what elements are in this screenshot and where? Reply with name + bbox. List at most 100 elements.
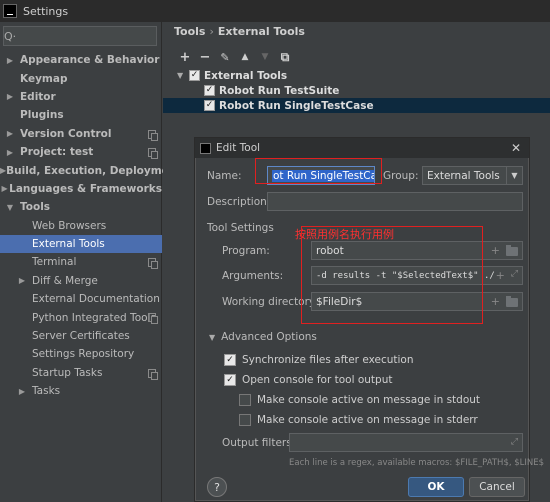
stderr-checkbox[interactable]: ✓	[239, 414, 251, 426]
breadcrumb-current: External Tools	[217, 25, 305, 38]
advanced-options-toggle[interactable]: ▼ Advanced Options	[209, 331, 317, 343]
tool-label: Robot Run TestSuite	[219, 84, 340, 97]
edit-tool-dialog: Edit Tool ✕ Name: ot Run SingleTestCase …	[194, 137, 544, 502]
tool-group-row[interactable]: ▼ ✓ External Tools	[163, 68, 550, 83]
expand-icon[interactable]: ⤢	[511, 269, 518, 282]
sidebar-item-label: External Tools	[32, 238, 105, 251]
stdout-label: Make console active on message in stdout	[257, 394, 481, 406]
expand-arrow-icon[interactable]: ▶	[0, 148, 20, 157]
console-option[interactable]: ✓ Open console for tool output	[224, 374, 392, 386]
group-select[interactable]: External Tools ▼	[422, 166, 523, 185]
tool-label: Robot Run SingleTestCase	[219, 99, 374, 112]
folder-icon[interactable]	[506, 296, 518, 307]
copy-icon[interactable]: ⧉	[279, 50, 291, 64]
sidebar-item[interactable]: Server Certificates	[0, 327, 162, 345]
console-checkbox[interactable]: ✓	[224, 374, 236, 386]
search-box[interactable]: Q·	[3, 26, 159, 46]
tool-row-selected[interactable]: ✓ Robot Run SingleTestCase	[163, 98, 550, 113]
project-scope-icon	[148, 368, 158, 380]
plus-icon[interactable]: +	[491, 295, 500, 308]
folder-icon[interactable]	[506, 245, 518, 256]
sidebar-item-label: Tools	[20, 201, 51, 214]
expand-arrow-icon[interactable]: ▶	[0, 92, 20, 101]
group-label: Group:	[383, 170, 419, 182]
expand-arrow-icon[interactable]: ▶	[12, 387, 32, 396]
remove-icon[interactable]: −	[199, 50, 211, 65]
breadcrumb-root[interactable]: Tools	[174, 25, 205, 38]
sidebar-item-label: Languages & Frameworks	[9, 182, 162, 195]
ok-button[interactable]: OK	[408, 477, 464, 497]
expand-arrow-icon[interactable]: ▼	[0, 203, 20, 212]
sidebar-item[interactable]: Web Browsers	[0, 217, 162, 235]
sidebar-item-label: Version Control	[20, 127, 112, 140]
tools-toolbar: + − ✎ ▲ ▼ ⧉	[179, 50, 291, 65]
name-label: Name:	[207, 170, 242, 182]
group-checkbox[interactable]: ✓	[189, 70, 200, 81]
sidebar-item[interactable]: Startup Tasks	[0, 364, 162, 382]
tool-checkbox[interactable]: ✓	[204, 100, 215, 111]
description-field[interactable]	[267, 192, 523, 211]
sync-checkbox[interactable]: ✓	[224, 354, 236, 366]
sidebar-item[interactable]: Plugins	[0, 106, 162, 124]
sidebar-item[interactable]: ▶ Tasks	[0, 382, 162, 400]
stderr-option[interactable]: ✓ Make console active on message in stde…	[239, 414, 478, 426]
field-actions: +	[491, 295, 518, 308]
expand-arrow-icon[interactable]: ▶	[0, 56, 20, 65]
sidebar-item[interactable]: Terminal	[0, 253, 162, 271]
add-icon[interactable]: +	[179, 50, 191, 65]
sidebar-item-label: Diff & Merge	[32, 274, 98, 287]
close-icon[interactable]: ✕	[511, 141, 521, 155]
help-button[interactable]: ?	[207, 477, 227, 497]
program-label: Program:	[222, 245, 270, 257]
sidebar-item-label: Project: test	[20, 146, 94, 159]
project-scope-icon	[148, 147, 158, 159]
stdout-checkbox[interactable]: ✓	[239, 394, 251, 406]
tool-row[interactable]: ✓ Robot Run TestSuite	[163, 83, 550, 98]
search-input[interactable]	[16, 27, 159, 45]
sidebar-item[interactable]: External Documentation	[0, 290, 162, 308]
cancel-button[interactable]: Cancel	[469, 477, 525, 497]
advanced-options-heading: Advanced Options	[221, 331, 317, 343]
project-scope-icon	[148, 258, 158, 270]
expand-arrow-icon[interactable]: ▶	[12, 276, 32, 285]
sidebar-item-label: External Documentation	[32, 293, 160, 306]
sidebar-item-label: Build, Execution, Deployment	[6, 164, 182, 177]
output-filters-field[interactable]: ⤢	[289, 433, 523, 452]
move-up-icon[interactable]: ▲	[239, 51, 251, 63]
annotation-box-name	[255, 158, 382, 184]
expand-arrow-icon[interactable]: ▶	[0, 129, 20, 138]
sidebar-item[interactable]: ▶ Appearance & Behavior	[0, 51, 162, 69]
sidebar-item[interactable]: ▼ Tools	[0, 198, 162, 216]
sidebar-item[interactable]: ▶ Diff & Merge	[0, 272, 162, 290]
edit-icon[interactable]: ✎	[219, 51, 231, 64]
sidebar-item[interactable]: Python Integrated Tools	[0, 308, 162, 326]
app-logo-icon	[3, 4, 17, 18]
plus-icon[interactable]: +	[491, 244, 500, 257]
sidebar-item[interactable]: ▶ Project: test	[0, 143, 162, 161]
chevron-down-icon[interactable]: ▼	[506, 167, 522, 184]
window-title: Settings	[23, 4, 69, 18]
expand-icon[interactable]: ⤢	[511, 437, 518, 447]
expand-arrow-icon[interactable]: ▶	[0, 184, 9, 193]
sidebar-item[interactable]: External Tools	[0, 234, 162, 254]
breadcrumb: Tools › External Tools	[174, 25, 305, 38]
sync-option[interactable]: ✓ Synchronize files after execution	[224, 354, 414, 366]
expand-arrow-icon[interactable]: ▼	[177, 71, 189, 80]
sidebar-item[interactable]: Settings Repository	[0, 345, 162, 363]
project-scope-icon	[148, 129, 158, 141]
sidebar-item[interactable]: ▶ Build, Execution, Deployment	[0, 161, 181, 179]
sidebar-item[interactable]: ▶ Version Control	[0, 125, 162, 143]
expand-arrow-icon: ▼	[209, 333, 216, 342]
sidebar-item-label: Python Integrated Tools	[32, 311, 156, 324]
sidebar-item-label: Tasks	[32, 385, 61, 398]
stdout-option[interactable]: ✓ Make console active on message in stdo…	[239, 394, 480, 406]
move-down-icon[interactable]: ▼	[259, 51, 271, 63]
external-tools-tree: ▼ ✓ External Tools ✓ Robot Run TestSuite…	[163, 68, 550, 113]
dialog-titlebar: Edit Tool ✕	[195, 138, 529, 158]
stderr-label: Make console active on message in stderr	[257, 414, 478, 426]
tool-checkbox[interactable]: ✓	[204, 85, 215, 96]
sidebar-item[interactable]: ▶ Languages & Frameworks	[0, 180, 163, 198]
sidebar-item[interactable]: ▶ Editor	[0, 88, 162, 106]
sidebar-item[interactable]: Keymap	[0, 69, 162, 87]
plus-icon[interactable]: +	[496, 269, 505, 282]
